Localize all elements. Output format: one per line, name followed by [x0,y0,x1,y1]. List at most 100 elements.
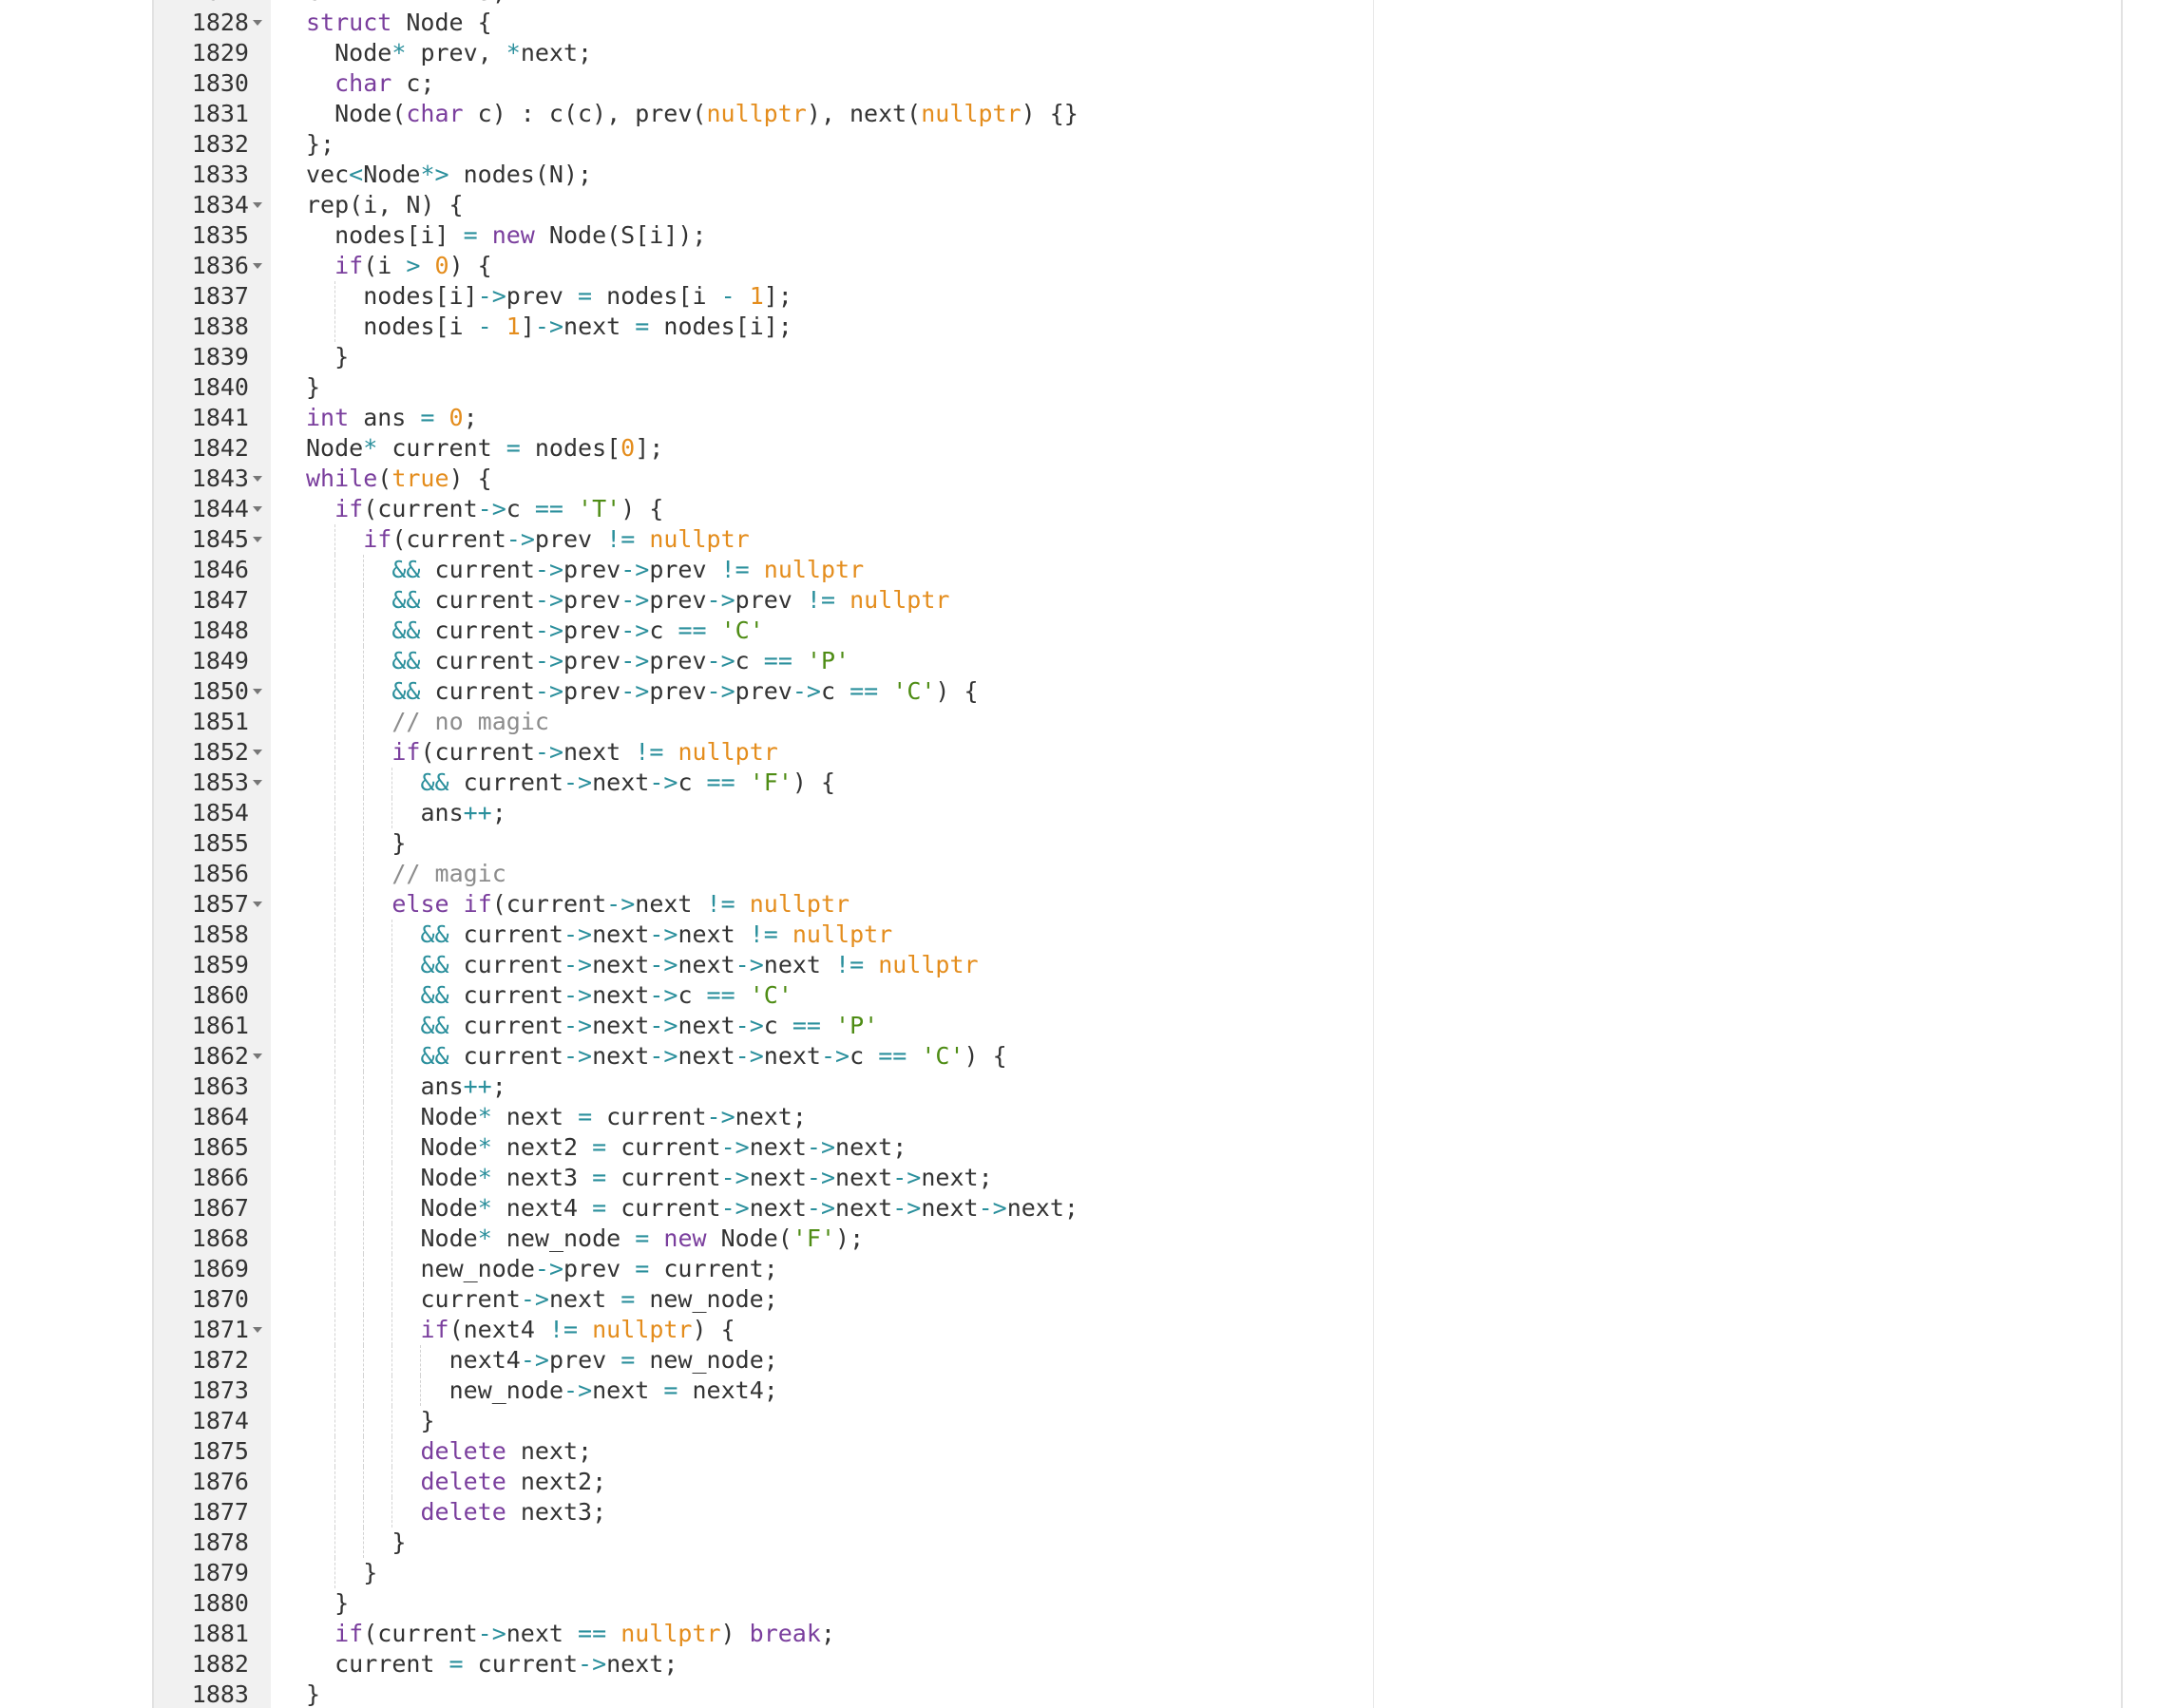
code-text[interactable]: && current->prev->c == 'C' [391,616,763,646]
code-text[interactable]: && current->next->next->next != nullptr [420,950,978,980]
code-line[interactable]: 1859 && current->next->next->next != null… [154,950,2121,980]
code-text[interactable]: } [334,342,349,372]
code-line[interactable]: 1879} [154,1558,2121,1588]
code-text[interactable]: && current->prev->prev->prev->c == 'C') … [391,676,978,707]
code-line[interactable]: 1834 rep(i, N) { [154,190,2121,220]
code-text[interactable]: ans++; [420,798,506,828]
code-line[interactable]: 1843 while(true) { [154,464,2121,494]
caret-down-icon[interactable] [253,901,262,907]
code-text[interactable]: } [363,1558,377,1588]
code-text[interactable]: nodes[i - 1]->next = nodes[i]; [363,312,792,342]
code-text[interactable]: int ans = 0; [306,403,478,433]
code-line[interactable]: 1877 delete next3; [154,1497,2121,1528]
code-text[interactable]: } [391,1528,406,1558]
code-line[interactable]: 1833 vec<Node*> nodes(N); [154,160,2121,190]
code-text[interactable]: } [420,1406,434,1436]
code-lines[interactable]: 1827 cin >> N >> S; 1828 struct Node {1829 N… [154,0,2121,1708]
code-text[interactable]: && current->prev->prev != nullptr [391,555,864,585]
code-text[interactable]: if(current->prev != nullptr [363,524,749,555]
code-text[interactable]: delete next3; [420,1497,606,1528]
code-line[interactable]: 1851 // no magic [154,707,2121,737]
code-text[interactable]: }; [306,129,334,160]
code-text[interactable]: Node* next3 = current->next->next->next; [420,1163,992,1193]
code-line[interactable]: 1852 if(current->next != nullptr [154,737,2121,768]
code-line[interactable]: 1831 Node(char c) : c(c), prev(nullptr), … [154,99,2121,129]
code-text[interactable]: Node* next2 = current->next->next; [420,1132,907,1163]
code-text[interactable]: new_node->prev = current; [420,1254,777,1284]
code-text[interactable]: if(current->c == 'T') { [334,494,663,524]
code-text[interactable]: Node* current = nodes[0]; [306,433,663,464]
code-line[interactable]: 1870 current->next = new_node; [154,1284,2121,1315]
code-text[interactable]: nodes[i] = new Node(S[i]); [334,220,706,251]
code-line[interactable]: 1854 ans++; [154,798,2121,828]
code-line[interactable]: 1863 ans++; [154,1072,2121,1102]
code-line[interactable]: 1880} [154,1588,2121,1619]
code-text[interactable]: current = current->next; [334,1649,678,1680]
code-line[interactable]: 1861 && current->next->next->c == 'P' [154,1011,2121,1041]
code-text[interactable]: else if(current->next != nullptr [391,889,849,920]
code-line[interactable]: 1830 char c; [154,68,2121,99]
code-text[interactable]: if(next4 != nullptr) { [420,1315,735,1345]
code-line[interactable]: 1840} [154,372,2121,403]
code-line[interactable]: 1844 if(current->c == 'T') { [154,494,2121,524]
code-line[interactable]: 1828 struct Node { [154,8,2121,38]
code-text[interactable]: Node* next4 = current->next->next->next-… [420,1193,1078,1224]
code-text[interactable]: vec<Node*> nodes(N); [306,160,592,190]
code-line[interactable]: 1856 // magic [154,859,2121,889]
code-text[interactable]: current->next = new_node; [420,1284,777,1315]
code-line[interactable]: 1858 && current->next->next != nullptr [154,920,2121,950]
code-text[interactable]: ans++; [420,1072,506,1102]
code-line[interactable]: 1832}; [154,129,2121,160]
caret-down-icon[interactable] [253,750,262,755]
code-text[interactable]: && current->prev->prev->c == 'P' [391,646,849,676]
code-line[interactable]: 1836 if(i > 0) { [154,251,2121,281]
code-text[interactable]: delete next; [420,1436,592,1467]
caret-down-icon[interactable] [253,689,262,694]
code-line[interactable]: 1868 Node* new_node = new Node('F'); [154,1224,2121,1254]
code-text[interactable]: if(current->next == nullptr) break; [334,1619,835,1649]
caret-down-icon[interactable] [253,1053,262,1059]
code-text[interactable]: && current->next->next->c == 'P' [420,1011,878,1041]
code-line[interactable]: 1878} [154,1528,2121,1558]
code-line[interactable]: 1867 Node* next4 = current->next->next->n… [154,1193,2121,1224]
code-line[interactable]: 1869 new_node->prev = current; [154,1254,2121,1284]
code-line[interactable]: 1875 delete next; [154,1436,2121,1467]
caret-down-icon[interactable] [253,537,262,542]
code-line[interactable]: 1848 && current->prev->c == 'C' [154,616,2121,646]
code-line[interactable]: 1835 nodes[i] = new Node(S[i]); [154,220,2121,251]
code-text[interactable]: new_node->next = next4; [449,1376,778,1406]
code-line[interactable]: 1866 Node* next3 = current->next->next->n… [154,1163,2121,1193]
code-line[interactable]: 1850 && current->prev->prev->prev->c == '… [154,676,2121,707]
code-text[interactable]: } [306,1680,320,1708]
caret-down-icon[interactable] [253,202,262,208]
code-text[interactable]: char c; [334,68,434,99]
code-line[interactable]: 1839} [154,342,2121,372]
code-line[interactable]: 1865 Node* next2 = current->next->next; [154,1132,2121,1163]
code-line[interactable]: 1883} [154,1680,2121,1708]
code-text[interactable]: Node(char c) : c(c), prev(nullptr), next… [334,99,1078,129]
code-text[interactable]: && current->prev->prev->prev != nullptr [391,585,949,616]
code-text[interactable]: if(current->next != nullptr [391,737,777,768]
code-line[interactable]: 1842 Node* current = nodes[0]; [154,433,2121,464]
code-line[interactable]: 1864 Node* next = current->next; [154,1102,2121,1132]
caret-down-icon[interactable] [253,476,262,482]
code-line[interactable]: 1871 if(next4 != nullptr) { [154,1315,2121,1345]
code-text[interactable]: } [334,1588,349,1619]
code-text[interactable]: delete next2; [420,1467,606,1497]
caret-down-icon[interactable] [253,506,262,512]
code-line[interactable]: 1841 int ans = 0; [154,403,2121,433]
code-text[interactable]: if(i > 0) { [334,251,492,281]
code-line[interactable]: 1874} [154,1406,2121,1436]
code-line[interactable]: 1855} [154,828,2121,859]
code-line[interactable]: 1860 && current->next->c == 'C' [154,980,2121,1011]
code-line[interactable]: 1876 delete next2; [154,1467,2121,1497]
code-text[interactable]: // magic [391,859,506,889]
code-line[interactable]: 1873 new_node->next = next4; [154,1376,2121,1406]
code-text[interactable]: Node* new_node = new Node('F'); [420,1224,864,1254]
code-line[interactable]: 1837 nodes[i]->prev = nodes[i - 1]; [154,281,2121,312]
caret-down-icon[interactable] [253,780,262,786]
code-text[interactable]: Node* next = current->next; [420,1102,806,1132]
code-text[interactable]: && current->next->next->next->c == 'C') … [420,1041,1006,1072]
code-line[interactable]: 1827 cin >> N >> S; [154,0,2121,8]
code-text[interactable]: && current->next->c == 'F') { [420,768,835,798]
